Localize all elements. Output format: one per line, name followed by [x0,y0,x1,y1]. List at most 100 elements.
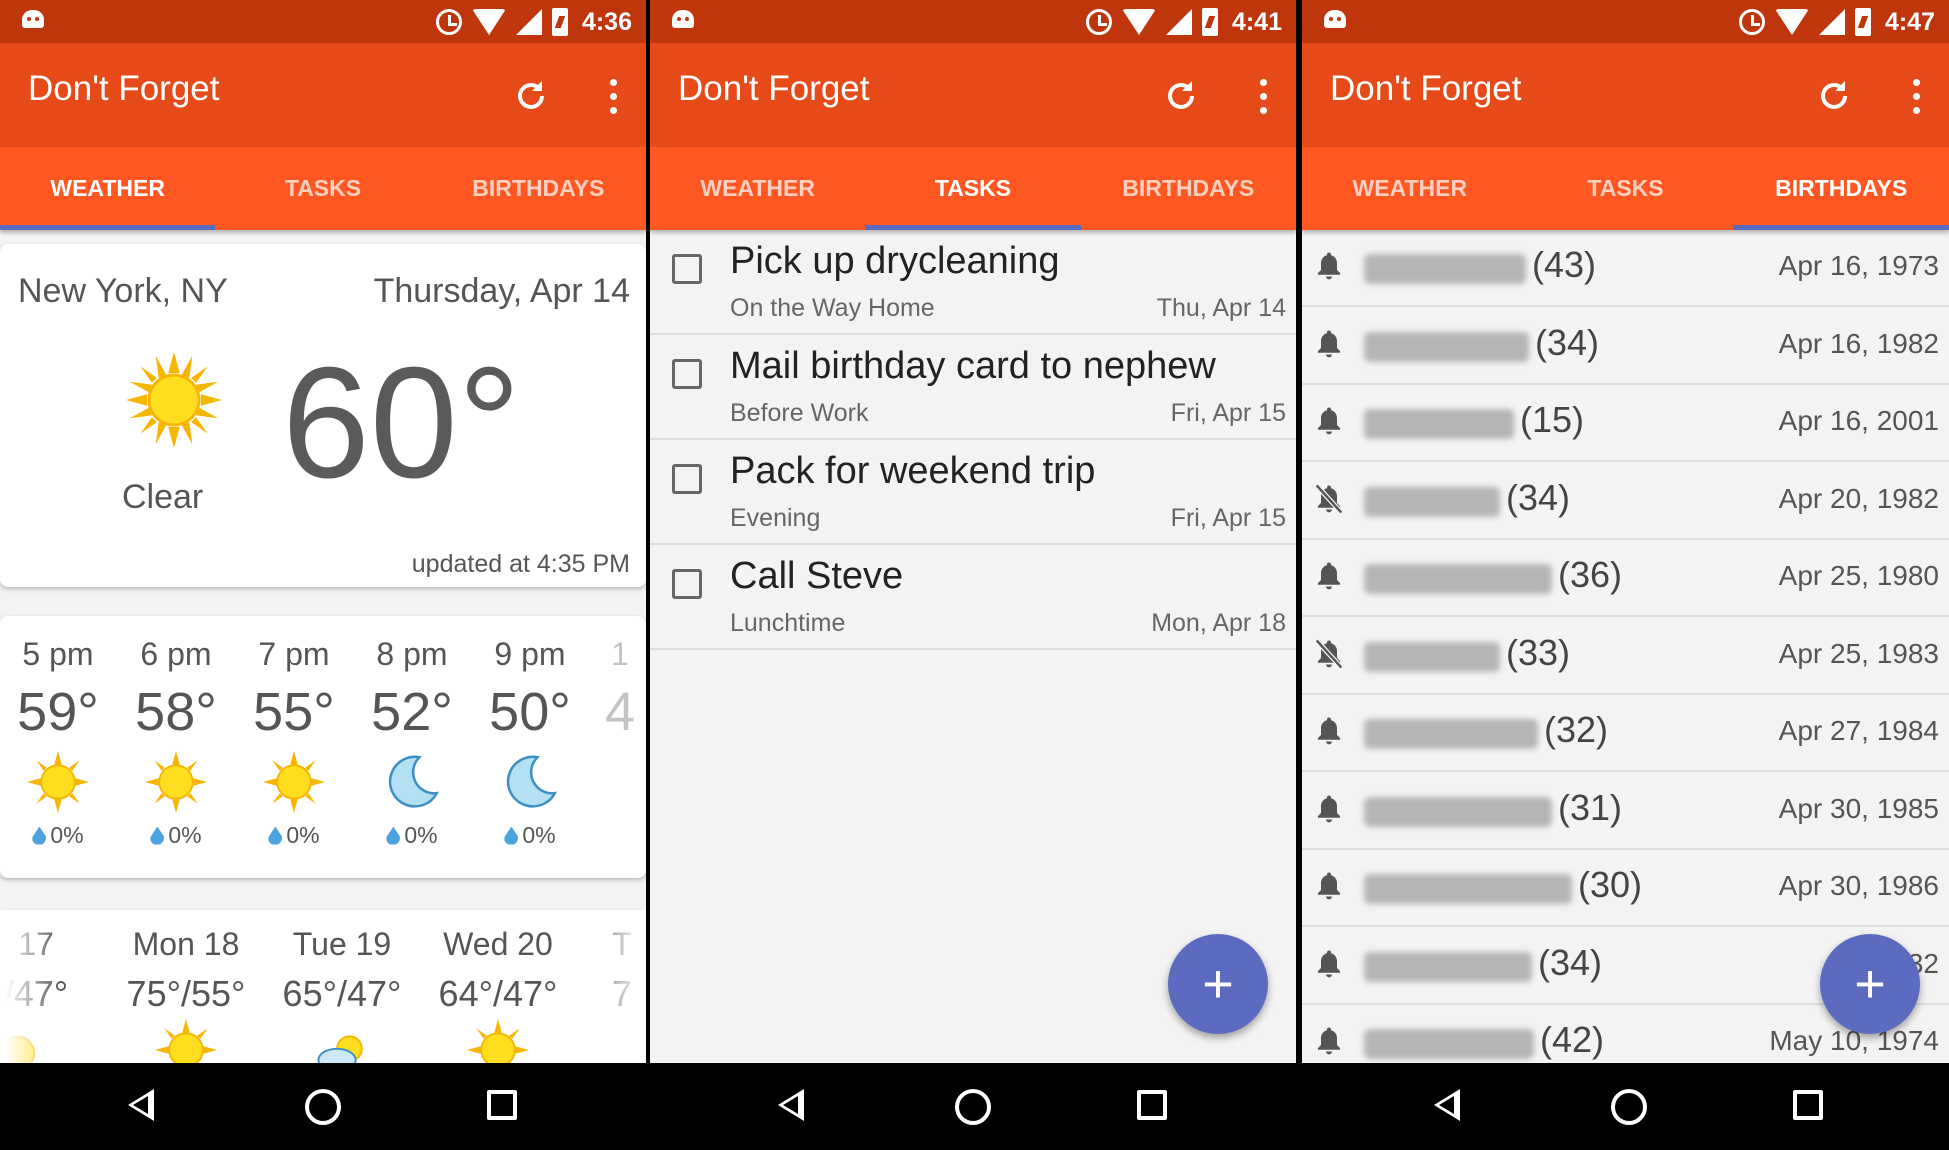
bell-icon[interactable] [1314,405,1348,441]
birthday-age: (36) [1558,554,1623,595]
birthday-item[interactable]: (32) Apr 27, 1984 [1302,695,1949,772]
raindrop-icon [150,826,165,845]
bell-off-icon[interactable] [1314,483,1348,519]
wifi-icon [1121,9,1156,35]
refresh-icon[interactable] [510,75,552,117]
tab-weather[interactable]: WEATHER [650,147,865,230]
daily-item: Tue 19 65°/47° [272,926,412,1063]
birthday-item[interactable]: (31) Apr 30, 1985 [1302,773,1949,850]
tab-tasks[interactable]: TASKS [1518,147,1734,230]
more-options-icon[interactable] [1254,75,1272,117]
signal-icon [1165,9,1192,35]
back-icon[interactable] [778,1089,804,1121]
task-item[interactable]: Mail birthday card to nephew Before Work… [650,335,1296,440]
alarm-icon [1085,9,1112,35]
day-temp: 65°/47° [282,973,402,1014]
more-options-icon[interactable] [1907,75,1925,117]
hourly-forecast-card[interactable]: 5 pm 59° 0% 6 pm 58° 0% 7 pm 55° 0% 8 pm… [0,616,646,878]
bell-off-icon[interactable] [1314,638,1348,674]
task-checkbox[interactable] [672,464,702,494]
task-checkbox[interactable] [672,254,702,284]
blurred-name [1364,719,1538,749]
recents-icon[interactable] [1137,1090,1167,1120]
weather-content: New York, NY Thursday, Apr 14 Clear 60° … [0,230,646,1063]
hourly-time: 1 [611,636,629,672]
home-icon[interactable] [955,1089,991,1125]
recents-icon[interactable] [1793,1090,1823,1120]
birthday-item[interactable]: (30) Apr 30, 1986 [1302,850,1949,927]
bell-icon[interactable] [1314,870,1348,906]
precip-chance: 0% [50,822,84,848]
tab-weather[interactable]: WEATHER [0,147,216,230]
wifi-icon [471,9,506,35]
blurred-name [1364,409,1514,439]
signal-icon [515,9,542,35]
birthday-item[interactable]: (34) Apr 16, 1982 [1302,308,1949,385]
hourly-temp: 58° [135,682,217,742]
blurred-name [1364,641,1500,672]
hourly-time: 6 pm [140,636,212,672]
task-checkbox[interactable] [672,569,702,599]
birthday-age: (33) [1506,631,1571,673]
home-icon[interactable] [305,1089,341,1125]
raindrop-icon [386,826,401,845]
home-icon[interactable] [1611,1089,1647,1125]
tab-tasks[interactable]: TASKS [865,147,1081,230]
bell-icon[interactable] [1314,328,1348,364]
birthday-age: (34) [1538,941,1603,983]
refresh-icon[interactable] [1813,75,1855,117]
bell-icon[interactable] [1314,1025,1348,1061]
tab-birthdays[interactable]: BIRTHDAYS [1733,147,1949,230]
birthday-date: Apr 30, 1985 [1778,792,1939,824]
bell-icon[interactable] [1314,715,1348,751]
task-item[interactable]: Call Steve Lunchtime Mon, Apr 18 [650,545,1296,650]
alarm-icon [435,9,462,35]
hourly-time: 8 pm [376,636,448,672]
back-icon[interactable] [128,1089,154,1121]
status-bar: 4:47 [1302,0,1949,43]
bell-icon[interactable] [1314,793,1348,829]
birthday-age: (42) [1540,1019,1605,1060]
birthday-item[interactable]: (34) Apr 20, 1982 [1302,463,1949,540]
task-item[interactable]: Pick up drycleaning On the Way Home Thu,… [650,230,1296,335]
refresh-icon[interactable] [1160,75,1202,117]
birthday-item[interactable]: (43) Apr 16, 1973 [1302,230,1949,307]
tab-bar: WEATHER TASKS BIRTHDAYS [1302,147,1949,230]
app-title: Don't Forget [28,69,220,108]
hourly-item: 7 pm 55° 0% [244,636,344,849]
sun-icon [145,751,207,813]
tab-tasks[interactable]: TASKS [215,147,430,230]
toolbar: Don't Forget [1302,43,1949,147]
app-title: Don't Forget [678,69,870,108]
current-weather-card[interactable]: New York, NY Thursday, Apr 14 Clear 60° … [0,244,646,587]
cloud-sun-icon [317,1035,363,1063]
bell-icon[interactable] [1314,250,1348,286]
birthday-age: (32) [1544,709,1609,750]
updated-time: updated at 4:35 PM [411,550,630,578]
add-birthday-button[interactable]: + [1820,934,1920,1034]
more-options-icon[interactable] [604,75,622,117]
bell-icon[interactable] [1314,560,1348,596]
birthday-item[interactable]: (36) Apr 25, 1980 [1302,540,1949,617]
task-checkbox[interactable] [672,359,702,389]
hourly-time: 5 pm [22,636,94,672]
birthday-item[interactable]: (33) Apr 25, 1983 [1302,618,1949,695]
back-icon[interactable] [1434,1089,1460,1121]
tab-birthdays[interactable]: BIRTHDAYS [431,147,646,230]
birthday-date: Apr 16, 2001 [1778,405,1939,436]
tab-birthdays[interactable]: BIRTHDAYS [1081,147,1296,230]
birthday-item[interactable]: (15) Apr 16, 2001 [1302,385,1949,462]
tab-weather[interactable]: WEATHER [1302,147,1518,230]
bell-icon[interactable] [1314,948,1348,984]
task-item[interactable]: Pack for weekend trip Evening Fri, Apr 1… [650,440,1296,545]
toolbar: Don't Forget [650,43,1296,147]
precip-chance: 0% [404,822,438,848]
wifi-icon [1774,9,1809,35]
daily-forecast-card[interactable]: 17 /47° Mon 18 75°/55° Tue 19 65°/47° We… [0,910,646,1063]
task-date: Mon, Apr 18 [1151,609,1286,637]
add-task-button[interactable]: + [1168,934,1268,1034]
alarm-icon [1738,9,1765,35]
hourly-temp: 59° [17,682,99,742]
recents-icon[interactable] [487,1090,517,1120]
blurred-name [1364,874,1572,904]
